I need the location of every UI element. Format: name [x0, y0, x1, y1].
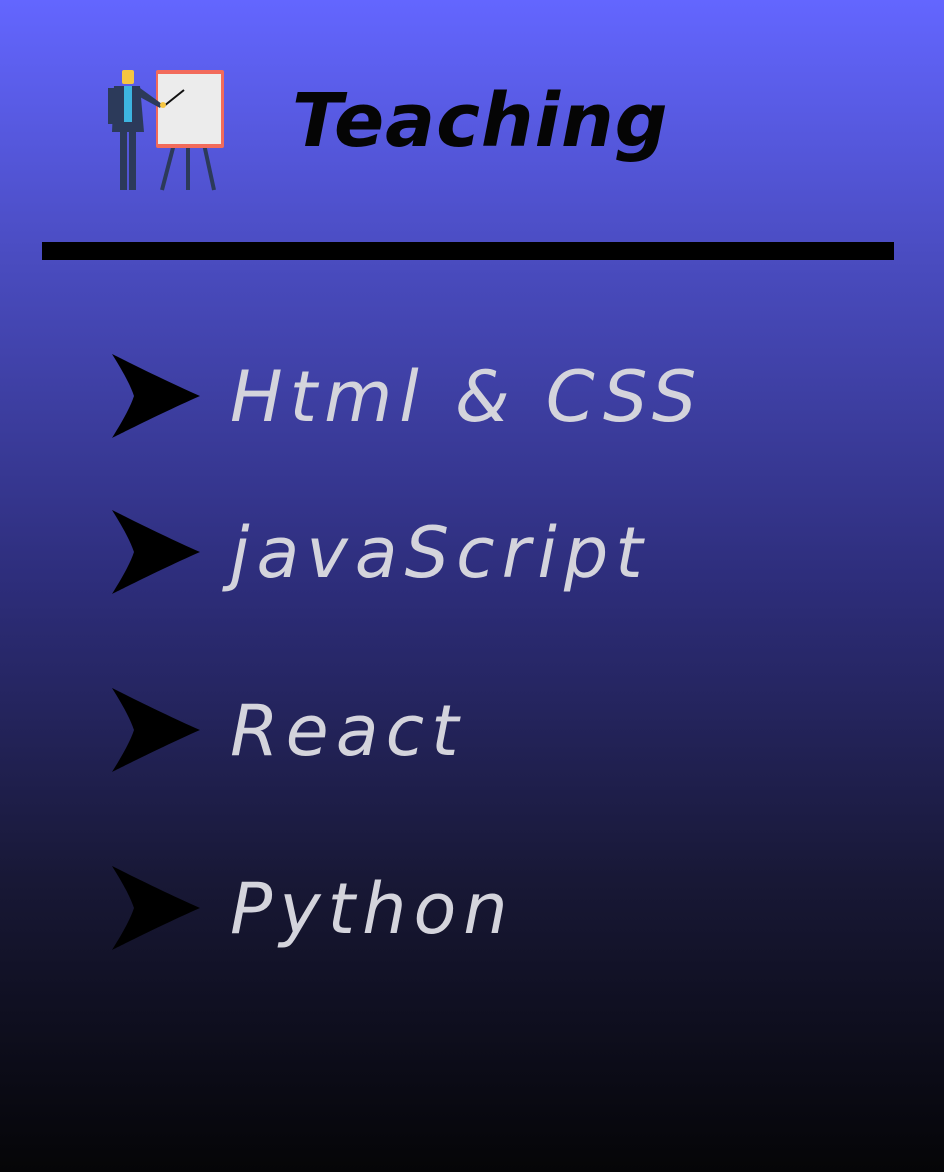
- arrow-bullet-icon: [112, 688, 200, 772]
- list-item: javaScript: [0, 506, 944, 616]
- teacher-presentation-icon: [108, 70, 224, 191]
- divider: [42, 242, 894, 260]
- arrow-bullet-icon: [112, 510, 200, 594]
- list-item-label: javaScript: [230, 512, 650, 594]
- list-item: Html & CSS: [0, 350, 944, 460]
- list-item-label: Python: [230, 868, 515, 950]
- page-title: Teaching: [292, 78, 669, 164]
- list-item: Python: [0, 862, 944, 972]
- header: Teaching: [0, 0, 944, 240]
- list-item: React: [0, 684, 944, 794]
- list-item-label: React: [230, 690, 466, 772]
- arrow-bullet-icon: [112, 866, 200, 950]
- arrow-bullet-icon: [112, 354, 200, 438]
- list-item-label: Html & CSS: [230, 356, 704, 438]
